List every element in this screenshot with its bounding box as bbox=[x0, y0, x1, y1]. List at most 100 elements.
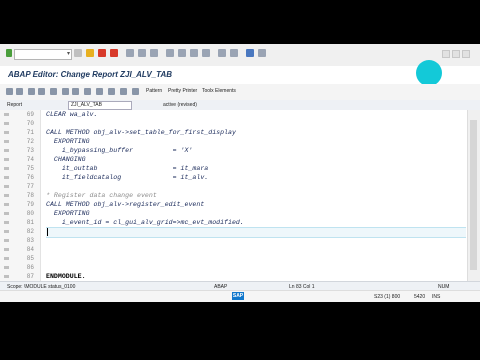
other-object-icon[interactable] bbox=[50, 88, 57, 95]
object-list-icon[interactable] bbox=[108, 88, 115, 95]
line-number-text: 73 bbox=[26, 147, 34, 154]
line-number-text: 81 bbox=[26, 219, 34, 226]
help-icon[interactable] bbox=[246, 49, 254, 57]
code-line[interactable]: i_bypassing_buffer = 'X' bbox=[46, 146, 193, 155]
find-next-icon[interactable] bbox=[150, 49, 158, 57]
current-line-highlight bbox=[46, 227, 466, 238]
fold-marker-icon[interactable] bbox=[4, 122, 9, 125]
layout-icon[interactable] bbox=[258, 49, 266, 57]
fold-marker-icon[interactable] bbox=[4, 113, 9, 116]
system-info[interactable]: S23 (1) 800 bbox=[374, 294, 400, 300]
fold-marker-icon[interactable] bbox=[4, 203, 9, 206]
enter-icon[interactable] bbox=[6, 49, 12, 57]
line-number: 77 bbox=[0, 182, 40, 191]
fold-marker-icon[interactable] bbox=[4, 131, 9, 134]
code-line[interactable]: EXPORTING bbox=[46, 137, 90, 146]
line-number-text: 72 bbox=[26, 138, 34, 145]
line-number: 73 bbox=[0, 146, 40, 155]
activate-icon[interactable] bbox=[72, 88, 79, 95]
next-page-icon[interactable] bbox=[190, 49, 198, 57]
code-line[interactable]: i_event_id = cl_gui_alv_grid=>mc_evt_mod… bbox=[46, 218, 244, 227]
fold-marker-icon[interactable] bbox=[4, 167, 9, 170]
line-number: 84 bbox=[0, 245, 40, 254]
sap-logo: SAP bbox=[232, 292, 244, 300]
find-icon[interactable] bbox=[138, 49, 146, 57]
code-line[interactable]: EXPORTING bbox=[46, 209, 90, 218]
code-line[interactable]: CLEAR wa_alv. bbox=[46, 110, 97, 119]
line-number: 78 bbox=[0, 191, 40, 200]
line-number: 81 bbox=[0, 218, 40, 227]
maximize-button[interactable] bbox=[452, 50, 460, 58]
first-page-icon[interactable] bbox=[166, 49, 174, 57]
new-session-icon[interactable] bbox=[218, 49, 226, 57]
prev-page-icon[interactable] bbox=[178, 49, 186, 57]
code-line[interactable]: it_fieldcatalog = it_alv. bbox=[46, 173, 208, 182]
pretty-printer-button[interactable]: Pretty Printer bbox=[168, 88, 197, 94]
code-line[interactable]: CHANGING bbox=[46, 155, 86, 164]
line-number-text: 82 bbox=[26, 228, 34, 235]
shortcut-icon[interactable] bbox=[230, 49, 238, 57]
fold-marker-icon[interactable] bbox=[4, 266, 9, 269]
fold-marker-icon[interactable] bbox=[4, 248, 9, 251]
fold-marker-icon[interactable] bbox=[4, 257, 9, 260]
line-number: 69 bbox=[0, 110, 40, 119]
line-number: 82 bbox=[0, 227, 40, 236]
minimize-button[interactable] bbox=[442, 50, 450, 58]
line-number: 86 bbox=[0, 263, 40, 272]
vertical-scrollbar[interactable] bbox=[467, 110, 480, 281]
breakpoint-icon[interactable] bbox=[132, 88, 139, 95]
back-icon[interactable] bbox=[86, 49, 94, 57]
exit-icon[interactable] bbox=[98, 49, 106, 57]
save-icon[interactable] bbox=[74, 49, 82, 57]
chevron-down-icon[interactable]: ▾ bbox=[67, 50, 70, 59]
code-area[interactable]: CLEAR wa_alv. CALL METHOD obj_alv->set_ta… bbox=[46, 110, 466, 281]
fold-marker-icon[interactable] bbox=[4, 212, 9, 215]
line-number: 74 bbox=[0, 155, 40, 164]
fold-marker-icon[interactable] bbox=[4, 275, 9, 278]
line-number-text: 87 bbox=[26, 273, 34, 280]
fold-marker-icon[interactable] bbox=[4, 239, 9, 242]
fold-marker-icon[interactable] bbox=[4, 230, 9, 233]
system-toolbar: ▾ bbox=[0, 44, 480, 67]
scrollbar-thumb[interactable] bbox=[470, 120, 477, 270]
fold-marker-icon[interactable] bbox=[4, 140, 9, 143]
line-number-text: 79 bbox=[26, 201, 34, 208]
fold-marker-icon[interactable] bbox=[4, 185, 9, 188]
line-number: 70 bbox=[0, 119, 40, 128]
forward-arrow-icon[interactable] bbox=[16, 88, 23, 95]
back-arrow-icon[interactable] bbox=[6, 88, 13, 95]
code-line[interactable]: ENDMODULE. bbox=[46, 272, 86, 281]
active-inactive-icon[interactable] bbox=[38, 88, 45, 95]
line-number-text: 74 bbox=[26, 156, 34, 163]
insert-mode: INS bbox=[432, 294, 441, 300]
navigation-icon[interactable] bbox=[120, 88, 127, 95]
fold-marker-icon[interactable] bbox=[4, 158, 9, 161]
line-number-text: 84 bbox=[26, 246, 34, 253]
test-icon[interactable] bbox=[84, 88, 91, 95]
print-icon[interactable] bbox=[126, 49, 134, 57]
code-line[interactable]: it_outtab = it_mara bbox=[46, 164, 208, 173]
line-number: 80 bbox=[0, 209, 40, 218]
last-page-icon[interactable] bbox=[202, 49, 210, 57]
fold-marker-icon[interactable] bbox=[4, 149, 9, 152]
code-line[interactable]: * Register data change event bbox=[46, 191, 157, 200]
fold-marker-icon[interactable] bbox=[4, 194, 9, 197]
code-line[interactable]: CALL METHOD obj_alv->set_table_for_first… bbox=[46, 128, 236, 137]
code-line[interactable]: CALL METHOD obj_alv->register_edit_event bbox=[46, 200, 204, 209]
pattern-button[interactable]: Pattern bbox=[146, 88, 162, 94]
fold-marker-icon[interactable] bbox=[4, 176, 9, 179]
line-number-text: 76 bbox=[26, 174, 34, 181]
sap-status-bar: SAP S23 (1) 800 5420 INS bbox=[0, 290, 480, 302]
tools-button[interactable]: Toolx Elements bbox=[202, 88, 236, 94]
line-number-text: 85 bbox=[26, 255, 34, 262]
line-number: 76 bbox=[0, 173, 40, 182]
fold-marker-icon[interactable] bbox=[4, 221, 9, 224]
check-icon[interactable] bbox=[62, 88, 69, 95]
report-label: Report bbox=[7, 102, 23, 108]
where-used-icon[interactable] bbox=[96, 88, 103, 95]
cancel-icon[interactable] bbox=[110, 49, 118, 57]
command-field[interactable]: ▾ bbox=[14, 49, 72, 60]
close-button[interactable] bbox=[462, 50, 470, 58]
code-editor[interactable]: 6970717273747576777879808182838485868788… bbox=[0, 110, 480, 289]
display-change-icon[interactable] bbox=[28, 88, 35, 95]
